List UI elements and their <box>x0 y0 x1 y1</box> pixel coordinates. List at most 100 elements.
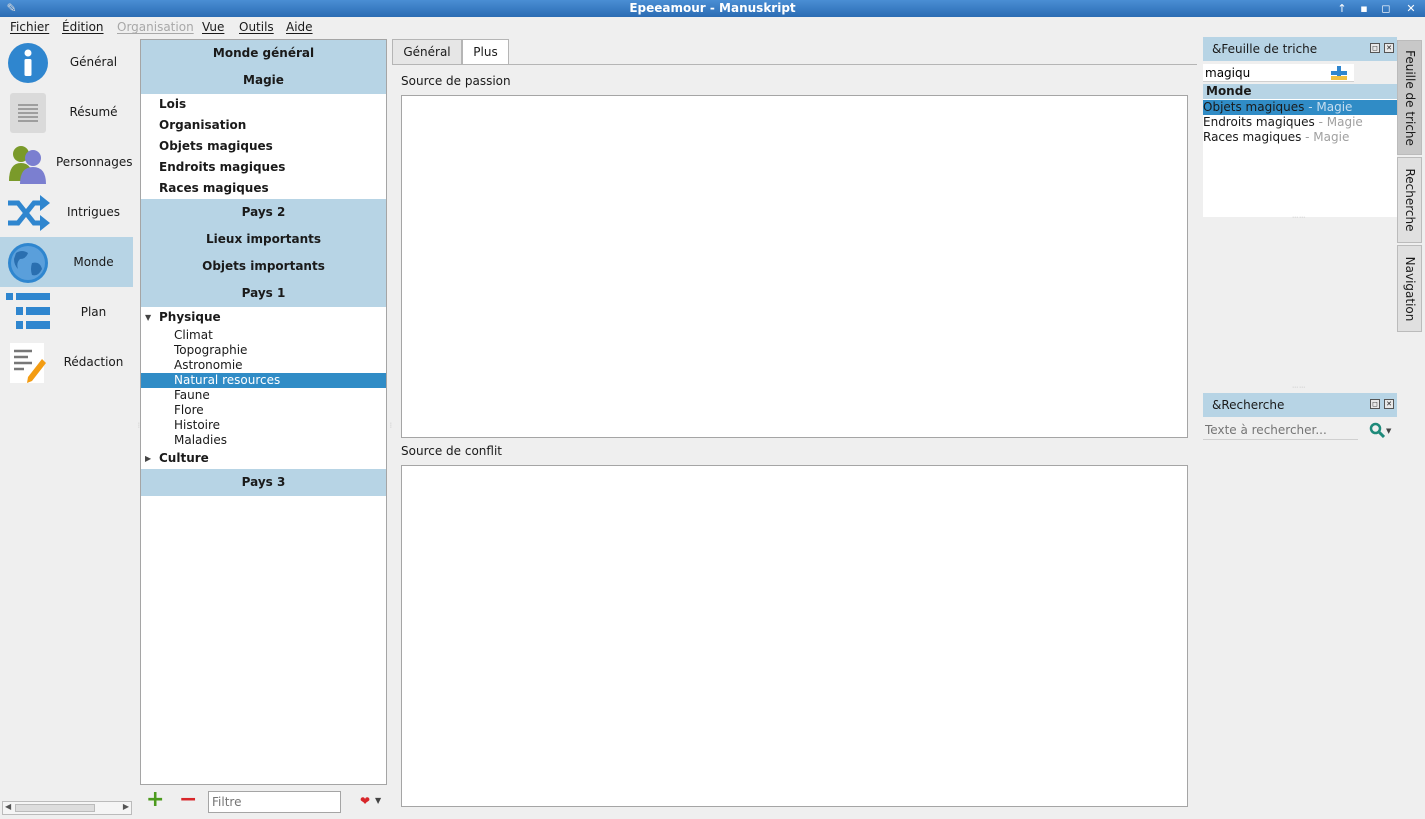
tab-plus[interactable]: Plus <box>462 39 509 65</box>
tree-item-faune[interactable]: Faune <box>141 388 386 403</box>
remove-item-icon[interactable]: − <box>179 788 197 812</box>
dock-resize-grip[interactable]: ⋯⋯ <box>1292 384 1306 391</box>
tree-item-races-magiques[interactable]: Races magiques <box>159 181 269 195</box>
sidebar: Général Résumé Personnages Intrigues Mon… <box>0 37 135 819</box>
menu-organisation[interactable]: Organisation <box>117 20 194 34</box>
sidebar-item-personnages[interactable]: Personnages <box>0 137 133 187</box>
cheat-sheet-results: Monde Objets magiques - Magie Endroits m… <box>1203 84 1397 217</box>
scrollbar-thumb[interactable] <box>15 804 95 812</box>
result-name: Races magiques <box>1203 130 1302 144</box>
result-name: Objets magiques <box>1203 100 1305 114</box>
conflict-source-label: Source de conflit <box>401 444 502 458</box>
menu-outils[interactable]: Outils <box>239 20 274 34</box>
document-lines-icon <box>10 93 46 133</box>
float-dock-icon[interactable]: ◻ <box>1370 43 1380 53</box>
tree-group-pays-1[interactable]: Pays 1 <box>141 280 386 307</box>
tree-item-objets-magiques[interactable]: Objets magiques <box>159 139 273 153</box>
characters-icon <box>9 146 46 184</box>
expanded-arrow-icon[interactable]: ▼ <box>145 313 151 322</box>
maximize-button[interactable]: ◻ <box>1377 1 1395 16</box>
filter-input[interactable] <box>208 791 341 813</box>
globe-icon <box>8 243 48 283</box>
tree-group-objets-importants[interactable]: Objets importants <box>141 253 386 280</box>
heart-icon[interactable]: ❤ <box>360 794 370 808</box>
sidebar-item-resume[interactable]: Résumé <box>0 87 133 137</box>
tree-item-climat[interactable]: Climat <box>141 328 386 343</box>
conflict-source-textarea[interactable] <box>401 465 1188 807</box>
close-dock-icon[interactable]: ✕ <box>1384 399 1394 409</box>
close-button[interactable]: ✕ <box>1402 1 1420 16</box>
minimize-button[interactable]: ▪ <box>1355 1 1373 16</box>
passion-source-label: Source de passion <box>401 74 511 88</box>
sidebar-item-intrigues[interactable]: Intrigues <box>0 187 133 237</box>
menu-edition[interactable]: Édition <box>62 20 104 34</box>
search-input[interactable] <box>1203 420 1358 440</box>
sidebar-item-label: Plan <box>80 305 107 319</box>
cheat-sheet-dock-title: &Feuille de triche <box>1203 37 1397 61</box>
vtab-navigation[interactable]: Navigation <box>1397 245 1422 332</box>
vtab-recherche[interactable]: Recherche <box>1397 157 1422 243</box>
filter-category-icon[interactable] <box>1331 66 1347 80</box>
splitter-handle[interactable]: ⋮ <box>136 422 143 429</box>
sidebar-item-label: Personnages <box>56 155 133 169</box>
vtab-feuille-de-triche[interactable]: Feuille de triche <box>1397 40 1422 155</box>
tree-group-lieux-importants[interactable]: Lieux importants <box>141 226 386 253</box>
info-icon <box>8 43 48 83</box>
write-pencil-icon <box>10 343 46 383</box>
result-name: Endroits magiques <box>1203 115 1315 129</box>
tree-group-pays-3[interactable]: Pays 3 <box>141 469 386 496</box>
tree-item-culture[interactable]: Culture <box>159 451 209 465</box>
sidebar-item-label: Intrigues <box>67 205 120 219</box>
sidebar-item-redaction[interactable]: Rédaction <box>0 337 133 387</box>
vtab-label: Navigation <box>1402 256 1417 321</box>
tree-item-flore[interactable]: Flore <box>141 403 386 418</box>
search-icon[interactable] <box>1369 422 1385 438</box>
result-category: - Magie <box>1304 100 1353 114</box>
tree-group-pays-2[interactable]: Pays 2 <box>141 199 386 226</box>
shuffle-icon <box>8 195 50 231</box>
scroll-left-icon[interactable]: ◀ <box>5 802 11 811</box>
cheat-result-item[interactable]: Objets magiques - Magie <box>1203 100 1397 115</box>
collapsed-arrow-icon[interactable]: ▶ <box>145 454 151 463</box>
result-category: - Magie <box>1314 115 1363 129</box>
close-dock-icon[interactable]: ✕ <box>1384 43 1394 53</box>
sidebar-horizontal-scrollbar[interactable]: ◀ ▶ <box>2 801 132 815</box>
menu-vue[interactable]: Vue <box>202 20 224 34</box>
sidebar-item-monde[interactable]: Monde <box>0 237 133 287</box>
window-title: Epeeamour - Manuskript <box>629 1 796 15</box>
sidebar-item-label: Rédaction <box>63 355 124 369</box>
scroll-right-icon[interactable]: ▶ <box>123 802 129 811</box>
float-dock-icon[interactable]: ◻ <box>1370 399 1380 409</box>
outline-list-icon <box>6 293 50 329</box>
menu-bar: Fichier Édition Organisation Vue Outils … <box>0 17 1425 37</box>
cheat-result-item[interactable]: Races magiques - Magie <box>1203 130 1397 145</box>
tree-item-maladies[interactable]: Maladies <box>141 433 386 448</box>
tab-general[interactable]: Général <box>392 39 462 64</box>
sidebar-item-plan[interactable]: Plan <box>0 287 133 337</box>
tree-item-astronomie[interactable]: Astronomie <box>141 358 386 373</box>
menu-aide[interactable]: Aide <box>286 20 313 34</box>
cheat-result-item[interactable]: Endroits magiques - Magie <box>1203 115 1397 130</box>
sidebar-item-general[interactable]: Général <box>0 37 133 87</box>
tree-item-lois[interactable]: Lois <box>159 97 186 111</box>
search-options-arrow-icon[interactable]: ▼ <box>1386 427 1391 435</box>
tree-item-histoire[interactable]: Histoire <box>141 418 386 433</box>
world-tree: Monde général Magie Lois Organisation Ob… <box>140 39 387 785</box>
window-title-bar: ✎ Epeeamour - Manuskript ↑ ▪ ◻ ✕ <box>0 0 1425 17</box>
add-item-icon[interactable]: + <box>146 788 164 812</box>
splitter-handle[interactable]: ⋮ <box>388 422 395 429</box>
sidebar-item-label: Résumé <box>69 105 118 119</box>
vtab-label: Recherche <box>1402 168 1417 232</box>
tree-item-organisation[interactable]: Organisation <box>159 118 246 132</box>
tree-item-physique[interactable]: Physique <box>159 310 221 324</box>
menu-fichier[interactable]: Fichier <box>10 20 49 34</box>
dock-resize-grip[interactable]: ⋯⋯ <box>1292 214 1306 221</box>
tree-group-monde-general[interactable]: Monde général <box>141 40 386 67</box>
tree-group-magie[interactable]: Magie <box>141 67 386 94</box>
dropdown-arrow-icon[interactable]: ▼ <box>375 796 381 805</box>
tree-item-natural-resources[interactable]: Natural resources <box>141 373 386 388</box>
tree-item-topographie[interactable]: Topographie <box>141 343 386 358</box>
passion-source-textarea[interactable] <box>401 95 1188 438</box>
tree-item-endroits-magiques[interactable]: Endroits magiques <box>159 160 285 174</box>
keep-above-button[interactable]: ↑ <box>1333 1 1351 16</box>
